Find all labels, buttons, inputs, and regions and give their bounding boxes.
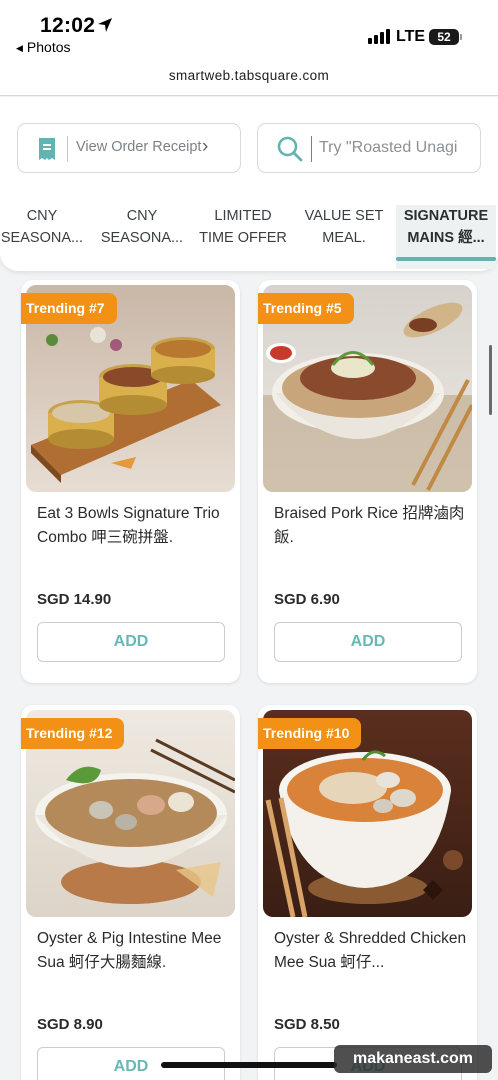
product-price: SGD 14.90 bbox=[37, 591, 112, 608]
page: 12:02 ◀ Photos LTE 52 smartweb.tabsquare.… bbox=[0, 0, 498, 1080]
receipt-label: View Order Receipt bbox=[76, 139, 202, 155]
battery-level: 52 bbox=[437, 30, 451, 44]
add-button[interactable]: ADD bbox=[274, 622, 462, 662]
product-card[interactable]: Trending #7 Eat 3 Bowls Signature Trio C… bbox=[21, 280, 240, 683]
search-input[interactable]: Try "Roasted Unagi bbox=[257, 123, 481, 173]
address-bar[interactable]: smartweb.tabsquare.com bbox=[0, 60, 498, 96]
back-app-label: Photos bbox=[26, 39, 71, 55]
receipt-divider bbox=[67, 136, 68, 162]
product-card[interactable]: Trending #5 Braised Pork Rice 招牌滷肉飯. SGD… bbox=[258, 280, 477, 683]
tab-value-set-meal[interactable]: VALUE SET MEAL. bbox=[294, 205, 394, 269]
search-icon bbox=[277, 136, 303, 162]
url-text: smartweb.tabsquare.com bbox=[168, 68, 330, 83]
search-placeholder: Try "Roasted Unagi bbox=[319, 139, 458, 156]
battery-icon: 52 bbox=[429, 29, 459, 45]
product-name[interactable]: Braised Pork Rice 招牌滷肉飯. bbox=[274, 502, 469, 550]
product-card[interactable]: Trending #10 Oyster & Shredded Chicken M… bbox=[258, 705, 477, 1080]
watermark: makaneast.com bbox=[334, 1045, 492, 1073]
product-price: SGD 8.50 bbox=[274, 1016, 340, 1033]
home-indicator[interactable] bbox=[161, 1062, 337, 1068]
trending-badge: Trending #7 bbox=[21, 293, 117, 324]
tab-cny-seasonal-2[interactable]: CNY SEASONA... bbox=[92, 205, 192, 269]
back-to-photos-button[interactable]: ◀ Photos bbox=[16, 39, 71, 55]
battery-cap bbox=[460, 34, 462, 40]
network-label: LTE bbox=[396, 28, 426, 45]
trending-badge: Trending #12 bbox=[21, 718, 125, 749]
trending-badge: Trending #5 bbox=[258, 293, 354, 324]
add-button[interactable]: ADD bbox=[37, 622, 225, 662]
product-price: SGD 6.90 bbox=[274, 591, 340, 608]
location-arrow-icon bbox=[98, 18, 112, 32]
product-name[interactable]: Oyster & Pig Intestine Mee Sua 蚵仔大腸麵線. bbox=[37, 927, 232, 975]
menu-header: View Order Receipt › Try "Roasted Unagi … bbox=[0, 97, 498, 271]
trending-badge: Trending #10 bbox=[258, 718, 362, 749]
tab-limited-time-offer[interactable]: LIMITED TIME OFFER bbox=[193, 205, 293, 269]
search-cursor bbox=[311, 136, 312, 162]
signal-icon bbox=[368, 28, 390, 44]
view-order-receipt-button[interactable]: View Order Receipt › bbox=[17, 123, 241, 173]
status-time: 12:02 bbox=[40, 14, 96, 37]
receipt-icon bbox=[39, 138, 55, 160]
tab-cny-seasonal-1[interactable]: CNY SEASONA... bbox=[0, 205, 92, 269]
status-bar: 12:02 ◀ Photos LTE 52 bbox=[0, 0, 498, 60]
product-name[interactable]: Oyster & Shredded Chicken Mee Sua 蚵仔... bbox=[274, 927, 469, 975]
product-name[interactable]: Eat 3 Bowls Signature Trio Combo 呷三碗拼盤. bbox=[37, 502, 232, 550]
active-tab-indicator bbox=[396, 257, 496, 261]
back-triangle-icon: ◀ bbox=[16, 43, 23, 53]
scrollbar[interactable] bbox=[489, 345, 492, 415]
product-card[interactable]: Trending #12 Oyster & Pig Intestine Mee … bbox=[21, 705, 240, 1080]
chevron-right-icon: › bbox=[202, 136, 209, 157]
product-price: SGD 8.90 bbox=[37, 1016, 103, 1033]
